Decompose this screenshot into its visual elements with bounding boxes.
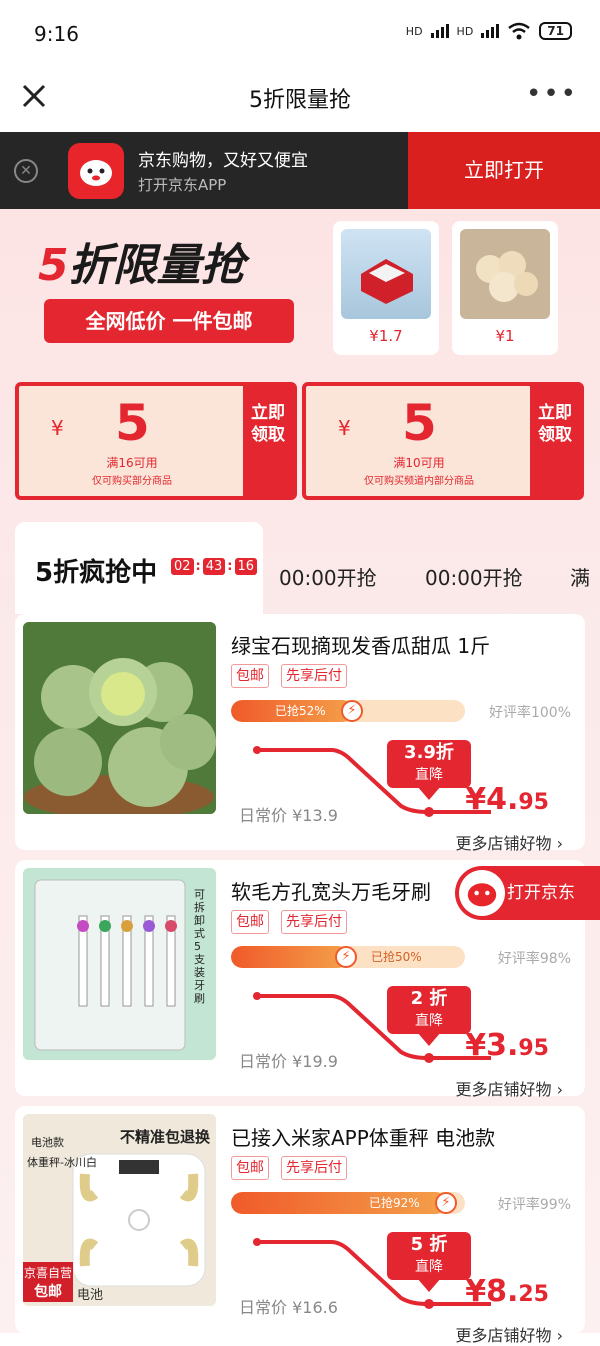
coupon-condition: 满10可用 xyxy=(393,456,445,470)
banner-line2: 打开京东APP xyxy=(138,176,227,194)
product-image: 不精准包退换 电池款 体重秤-冰川白 京喜自营 包邮 电池 xyxy=(23,1114,216,1306)
hd-label: HD xyxy=(405,24,423,38)
coupon-amount: 5 xyxy=(402,394,437,452)
regular-price: 日常价 ¥16.6 xyxy=(239,1298,338,1317)
tab-session[interactable]: 00:00开抢 xyxy=(425,562,523,591)
lightning-icon: ⚡ xyxy=(335,946,357,968)
session-tabs: 5折疯抢中 02:43:16 00:00开抢 00:00开抢 满 xyxy=(15,522,600,614)
coupon-card[interactable]: ¥ 5 满16可用 仅可购买部分商品 立即领取 xyxy=(15,382,297,500)
product-image xyxy=(23,622,216,814)
status-time: 9:16 xyxy=(34,22,79,46)
open-jd-float-button[interactable]: 打开京东 xyxy=(455,866,600,920)
hd-label: HD xyxy=(456,24,474,38)
sale-price: ¥4.95 xyxy=(465,782,549,817)
wifi-icon xyxy=(508,22,531,40)
jd-mascot-icon xyxy=(459,870,505,916)
tab-session[interactable]: 满 xyxy=(570,562,590,591)
regular-price: 日常价 ¥19.9 xyxy=(239,1052,338,1071)
coupon-yen: ¥ xyxy=(338,416,351,440)
claim-coupon-button[interactable]: 立即领取 xyxy=(243,386,293,496)
sold-progress: 已抢92% ⚡ xyxy=(231,1192,465,1214)
regular-price: 日常价 ¥13.9 xyxy=(239,806,338,825)
product-price: ¥1.7 xyxy=(369,327,403,345)
countdown: 02:43:16 xyxy=(171,558,258,575)
jd-logo xyxy=(68,143,124,199)
status-indicators: HD HD 71 xyxy=(406,22,572,40)
battery-icon: 71 xyxy=(539,22,572,40)
tag-pay-later: 先享后付 xyxy=(281,910,347,934)
sold-progress: ⚡ 已抢50% xyxy=(231,946,465,968)
rating: 好评率99% xyxy=(497,1197,571,1213)
discount-badge: 3.9折 直降 xyxy=(387,740,471,802)
rating: 好评率100% xyxy=(488,705,571,721)
product-name: 已接入米家APP体重秤 电池款 xyxy=(231,1126,496,1150)
coupon-scope: 仅可购买频道内部分商品 xyxy=(364,476,474,487)
open-app-button[interactable]: 立即打开 xyxy=(408,132,600,209)
sale-price: ¥8.25 xyxy=(465,1274,549,1309)
image-caption: 体重秤-冰川白 xyxy=(27,1156,97,1169)
product-card[interactable]: 不精准包退换 电池款 体重秤-冰川白 京喜自营 包邮 电池 已接入米家APP体重秤… xyxy=(15,1106,585,1345)
product-image xyxy=(341,229,431,319)
coupon-scope: 仅可购买部分商品 xyxy=(92,476,172,487)
tag-free-shipping: 包邮 xyxy=(231,664,269,688)
more-icon[interactable]: ••• xyxy=(526,81,578,107)
image-caption: 不精准包退换 xyxy=(119,1128,210,1146)
float-label: 打开京东 xyxy=(507,883,575,903)
lightning-icon: ⚡ xyxy=(341,700,363,722)
claim-coupon-button[interactable]: 立即领取 xyxy=(530,386,580,496)
hero-product-card[interactable]: ¥1.7 xyxy=(333,221,439,355)
discount-badge: 2 折直降 xyxy=(387,986,471,1048)
tag-free-shipping: 包邮 xyxy=(231,1156,269,1180)
tag-pay-later: 先享后付 xyxy=(281,1156,347,1180)
more-shop-link[interactable]: 更多店铺好物 › xyxy=(456,830,564,854)
tab-label: 5折疯抢中 xyxy=(35,558,158,588)
jd-self-badge: 京喜自营 包邮 xyxy=(23,1262,73,1302)
signal-icon xyxy=(481,24,500,38)
coupon-card[interactable]: ¥ 5 满10可用 仅可购买频道内部分商品 立即领取 xyxy=(302,382,584,500)
hero-title: 5折限量抢 xyxy=(38,240,245,291)
hero-pill: 全网低价 一件包邮 xyxy=(44,299,294,343)
lightning-icon: ⚡ xyxy=(435,1192,457,1214)
product-price: ¥1 xyxy=(495,327,515,345)
signal-icon xyxy=(430,24,449,38)
banner-close-icon[interactable]: ✕ xyxy=(14,159,38,183)
image-caption: 可拆卸式5支装牙刷 xyxy=(194,888,205,1005)
nav-bar: 5折限量抢 ••• xyxy=(0,66,600,132)
more-shop-link[interactable]: 更多店铺好物 › xyxy=(456,1322,564,1346)
status-bar: 9:16 HD HD 71 xyxy=(0,0,600,66)
product-image xyxy=(460,229,550,319)
coupon-condition: 满16可用 xyxy=(106,456,158,470)
page-title: 5折限量抢 xyxy=(249,88,351,113)
sold-progress: 已抢52% ⚡ xyxy=(231,700,465,722)
more-shop-link[interactable]: 更多店铺好物 › xyxy=(456,1076,564,1100)
coupon-yen: ¥ xyxy=(51,416,64,440)
product-image: 可拆卸式5支装牙刷 xyxy=(23,868,216,1060)
image-caption: 电池 xyxy=(77,1288,104,1303)
product-name: 绿宝石现摘现发香瓜甜瓜 1斤 xyxy=(231,634,491,658)
banner-line1: 京东购物，又好又便宜 xyxy=(138,151,308,171)
app-banner: ✕ 京东购物，又好又便宜 打开京东APP 立即打开 xyxy=(0,132,600,209)
coupon-amount: 5 xyxy=(115,394,150,452)
sale-price: ¥3.95 xyxy=(465,1028,549,1063)
discount-badge: 5 折直降 xyxy=(387,1232,471,1294)
product-name: 软毛方孔宽头万毛牙刷 xyxy=(231,880,431,904)
tab-session[interactable]: 00:00开抢 xyxy=(279,562,377,591)
product-card[interactable]: 绿宝石现摘现发香瓜甜瓜 1斤 包邮 先享后付 已抢52% ⚡ 好评率100% 3… xyxy=(15,614,585,853)
hero-product-card[interactable]: ¥1 xyxy=(452,221,558,355)
tag-pay-later: 先享后付 xyxy=(281,664,347,688)
tag-free-shipping: 包邮 xyxy=(231,910,269,934)
image-caption: 电池款 xyxy=(31,1136,64,1149)
rating: 好评率98% xyxy=(497,951,571,967)
tab-active-session[interactable]: 5折疯抢中 02:43:16 xyxy=(15,522,263,614)
